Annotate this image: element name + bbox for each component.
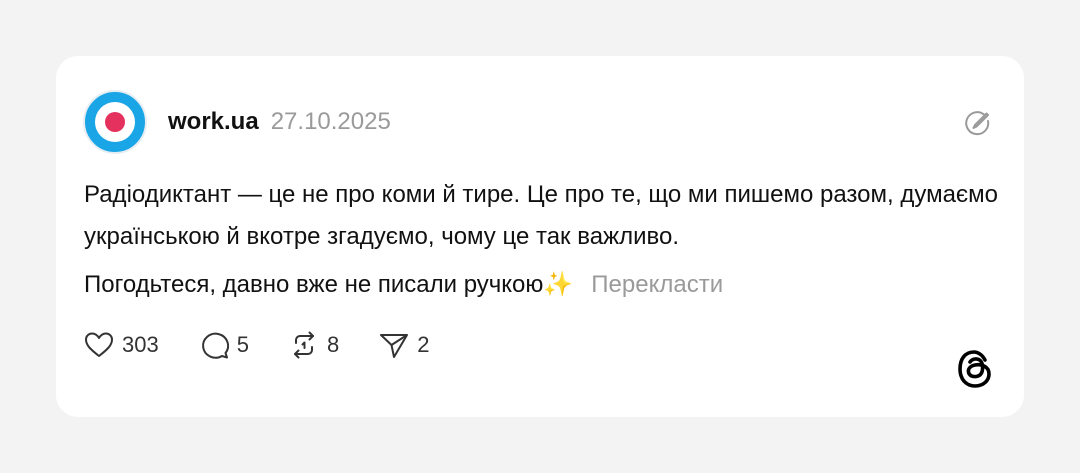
comment-button[interactable]: 5 <box>197 328 249 362</box>
share-count: 2 <box>417 332 430 357</box>
repost-count: 8 <box>326 332 340 357</box>
post-header: work.ua 27.10.2025 <box>168 108 391 136</box>
translate-link[interactable]: Перекласти <box>591 271 723 298</box>
post-text-paragraph-2: Погодьтеся, давно вже не писали ручкою✨ П… <box>84 264 1004 306</box>
post-text-line: Погодьтеся, давно вже не писали ручкою✨ <box>84 271 574 298</box>
threads-logo-icon[interactable] <box>954 348 996 390</box>
post-date: 27.10.2025 <box>270 108 391 135</box>
heart-icon <box>85 332 113 357</box>
speech-bubble-icon <box>201 332 229 359</box>
share-button[interactable]: 2 <box>377 328 429 362</box>
repost-button[interactable]: 8 <box>287 328 339 362</box>
comment-count: 5 <box>236 332 249 357</box>
repost-arrows-icon <box>293 331 314 359</box>
like-button[interactable]: 303 <box>82 328 159 362</box>
avatar-inner-ring <box>95 102 135 142</box>
edit-icon[interactable] <box>962 108 992 138</box>
post-actions: 303 5 8 2 <box>82 328 467 362</box>
paper-plane-icon <box>380 334 409 358</box>
avatar-dot <box>105 112 125 132</box>
post-text-paragraph-1: Радіодиктант — це не про коми й тире. Це… <box>84 181 999 250</box>
like-count: 303 <box>122 332 159 357</box>
avatar[interactable] <box>83 90 147 154</box>
post-card: work.ua 27.10.2025 Радіодиктант — це не … <box>56 56 1024 417</box>
username[interactable]: work.ua <box>168 108 259 136</box>
